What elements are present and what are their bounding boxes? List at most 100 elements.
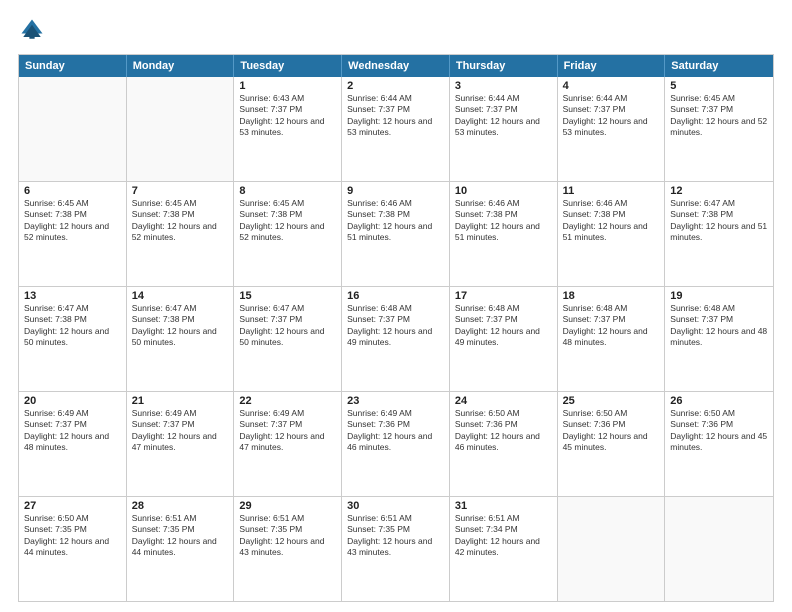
day-number: 19: [670, 290, 768, 302]
day-info: Sunrise: 6:43 AM Sunset: 7:37 PM Dayligh…: [239, 93, 336, 139]
day-number: 29: [239, 500, 336, 512]
day-info: Sunrise: 6:51 AM Sunset: 7:34 PM Dayligh…: [455, 513, 552, 559]
day-number: 28: [132, 500, 229, 512]
day-info: Sunrise: 6:46 AM Sunset: 7:38 PM Dayligh…: [455, 198, 552, 244]
calendar-day-15: 15Sunrise: 6:47 AM Sunset: 7:37 PM Dayli…: [234, 287, 342, 391]
day-info: Sunrise: 6:48 AM Sunset: 7:37 PM Dayligh…: [455, 303, 552, 349]
day-number: 4: [563, 80, 660, 92]
calendar-day-18: 18Sunrise: 6:48 AM Sunset: 7:37 PM Dayli…: [558, 287, 666, 391]
day-info: Sunrise: 6:45 AM Sunset: 7:38 PM Dayligh…: [24, 198, 121, 244]
header-day-wednesday: Wednesday: [342, 55, 450, 77]
calendar-day-4: 4Sunrise: 6:44 AM Sunset: 7:37 PM Daylig…: [558, 77, 666, 181]
day-info: Sunrise: 6:47 AM Sunset: 7:38 PM Dayligh…: [670, 198, 768, 244]
day-number: 22: [239, 395, 336, 407]
day-number: 5: [670, 80, 768, 92]
calendar-day-26: 26Sunrise: 6:50 AM Sunset: 7:36 PM Dayli…: [665, 392, 773, 496]
logo-icon: [18, 16, 46, 44]
day-info: Sunrise: 6:47 AM Sunset: 7:38 PM Dayligh…: [24, 303, 121, 349]
day-number: 17: [455, 290, 552, 302]
calendar-day-24: 24Sunrise: 6:50 AM Sunset: 7:36 PM Dayli…: [450, 392, 558, 496]
day-number: 13: [24, 290, 121, 302]
day-info: Sunrise: 6:49 AM Sunset: 7:36 PM Dayligh…: [347, 408, 444, 454]
calendar-week-2: 6Sunrise: 6:45 AM Sunset: 7:38 PM Daylig…: [19, 181, 773, 286]
day-number: 18: [563, 290, 660, 302]
day-info: Sunrise: 6:48 AM Sunset: 7:37 PM Dayligh…: [670, 303, 768, 349]
day-info: Sunrise: 6:47 AM Sunset: 7:37 PM Dayligh…: [239, 303, 336, 349]
calendar-day-27: 27Sunrise: 6:50 AM Sunset: 7:35 PM Dayli…: [19, 497, 127, 601]
day-info: Sunrise: 6:45 AM Sunset: 7:37 PM Dayligh…: [670, 93, 768, 139]
day-info: Sunrise: 6:50 AM Sunset: 7:36 PM Dayligh…: [563, 408, 660, 454]
calendar-day-8: 8Sunrise: 6:45 AM Sunset: 7:38 PM Daylig…: [234, 182, 342, 286]
calendar-day-1: 1Sunrise: 6:43 AM Sunset: 7:37 PM Daylig…: [234, 77, 342, 181]
calendar-day-12: 12Sunrise: 6:47 AM Sunset: 7:38 PM Dayli…: [665, 182, 773, 286]
day-info: Sunrise: 6:47 AM Sunset: 7:38 PM Dayligh…: [132, 303, 229, 349]
day-number: 24: [455, 395, 552, 407]
day-number: 15: [239, 290, 336, 302]
calendar-day-23: 23Sunrise: 6:49 AM Sunset: 7:36 PM Dayli…: [342, 392, 450, 496]
calendar-day-2: 2Sunrise: 6:44 AM Sunset: 7:37 PM Daylig…: [342, 77, 450, 181]
calendar: SundayMondayTuesdayWednesdayThursdayFrid…: [18, 54, 774, 602]
page: SundayMondayTuesdayWednesdayThursdayFrid…: [0, 0, 792, 612]
day-number: 23: [347, 395, 444, 407]
day-number: 11: [563, 185, 660, 197]
day-info: Sunrise: 6:51 AM Sunset: 7:35 PM Dayligh…: [239, 513, 336, 559]
calendar-day-19: 19Sunrise: 6:48 AM Sunset: 7:37 PM Dayli…: [665, 287, 773, 391]
day-info: Sunrise: 6:50 AM Sunset: 7:35 PM Dayligh…: [24, 513, 121, 559]
calendar-day-16: 16Sunrise: 6:48 AM Sunset: 7:37 PM Dayli…: [342, 287, 450, 391]
day-info: Sunrise: 6:45 AM Sunset: 7:38 PM Dayligh…: [132, 198, 229, 244]
day-info: Sunrise: 6:49 AM Sunset: 7:37 PM Dayligh…: [239, 408, 336, 454]
calendar-week-4: 20 Sunrise: 6:49 AM Sunset: 7:37 PM Dayli…: [19, 391, 773, 496]
day-number: 2: [347, 80, 444, 92]
calendar-day-21: 21Sunrise: 6:49 AM Sunset: 7:37 PM Dayli…: [127, 392, 235, 496]
header-day-tuesday: Tuesday: [234, 55, 342, 77]
calendar-body: 1Sunrise: 6:43 AM Sunset: 7:37 PM Daylig…: [19, 77, 773, 601]
day-number: 26: [670, 395, 768, 407]
header-day-monday: Monday: [127, 55, 235, 77]
day-number: 3: [455, 80, 552, 92]
day-info: Sunrise: 6:49 AM Sunset: 7:37 PM Dayligh…: [132, 408, 229, 454]
day-number: 14: [132, 290, 229, 302]
calendar-day-3: 3Sunrise: 6:44 AM Sunset: 7:37 PM Daylig…: [450, 77, 558, 181]
day-info: Sunrise: 6:45 AM Sunset: 7:38 PM Dayligh…: [239, 198, 336, 244]
calendar-day-5: 5Sunrise: 6:45 AM Sunset: 7:37 PM Daylig…: [665, 77, 773, 181]
day-info: Sunrise: 6:44 AM Sunset: 7:37 PM Dayligh…: [455, 93, 552, 139]
day-info: Sunrise: 6:51 AM Sunset: 7:35 PM Dayligh…: [132, 513, 229, 559]
calendar-day-17: 17Sunrise: 6:48 AM Sunset: 7:37 PM Dayli…: [450, 287, 558, 391]
calendar-header: SundayMondayTuesdayWednesdayThursdayFrid…: [19, 55, 773, 77]
day-number: 16: [347, 290, 444, 302]
day-number: 8: [239, 185, 336, 197]
day-number: 7: [132, 185, 229, 197]
day-info: Sunrise: 6:48 AM Sunset: 7:37 PM Dayligh…: [563, 303, 660, 349]
day-info: Sunrise: 6:51 AM Sunset: 7:35 PM Dayligh…: [347, 513, 444, 559]
calendar-day-22: 22Sunrise: 6:49 AM Sunset: 7:37 PM Dayli…: [234, 392, 342, 496]
calendar-day-empty: [127, 77, 235, 181]
header: [18, 16, 774, 44]
calendar-day-empty: [665, 497, 773, 601]
day-info: Sunrise: 6:44 AM Sunset: 7:37 PM Dayligh…: [347, 93, 444, 139]
calendar-day-9: 9Sunrise: 6:46 AM Sunset: 7:38 PM Daylig…: [342, 182, 450, 286]
day-number: 27: [24, 500, 121, 512]
calendar-day-empty: [558, 497, 666, 601]
calendar-day-29: 29Sunrise: 6:51 AM Sunset: 7:35 PM Dayli…: [234, 497, 342, 601]
day-number: 21: [132, 395, 229, 407]
header-day-friday: Friday: [558, 55, 666, 77]
day-info: Sunrise: 6:48 AM Sunset: 7:37 PM Dayligh…: [347, 303, 444, 349]
day-info: Sunrise: 6:46 AM Sunset: 7:38 PM Dayligh…: [347, 198, 444, 244]
header-day-sunday: Sunday: [19, 55, 127, 77]
calendar-day-empty: [19, 77, 127, 181]
calendar-day-14: 14Sunrise: 6:47 AM Sunset: 7:38 PM Dayli…: [127, 287, 235, 391]
day-number: 9: [347, 185, 444, 197]
calendar-day-6: 6Sunrise: 6:45 AM Sunset: 7:38 PM Daylig…: [19, 182, 127, 286]
day-number: 10: [455, 185, 552, 197]
day-number: 20: [24, 395, 121, 407]
day-number: 6: [24, 185, 121, 197]
calendar-day-13: 13Sunrise: 6:47 AM Sunset: 7:38 PM Dayli…: [19, 287, 127, 391]
calendar-day-10: 10Sunrise: 6:46 AM Sunset: 7:38 PM Dayli…: [450, 182, 558, 286]
calendar-day-28: 28Sunrise: 6:51 AM Sunset: 7:35 PM Dayli…: [127, 497, 235, 601]
calendar-day-31: 31Sunrise: 6:51 AM Sunset: 7:34 PM Dayli…: [450, 497, 558, 601]
header-day-saturday: Saturday: [665, 55, 773, 77]
day-number: 12: [670, 185, 768, 197]
calendar-day-7: 7Sunrise: 6:45 AM Sunset: 7:38 PM Daylig…: [127, 182, 235, 286]
calendar-day-11: 11Sunrise: 6:46 AM Sunset: 7:38 PM Dayli…: [558, 182, 666, 286]
day-number: 25: [563, 395, 660, 407]
